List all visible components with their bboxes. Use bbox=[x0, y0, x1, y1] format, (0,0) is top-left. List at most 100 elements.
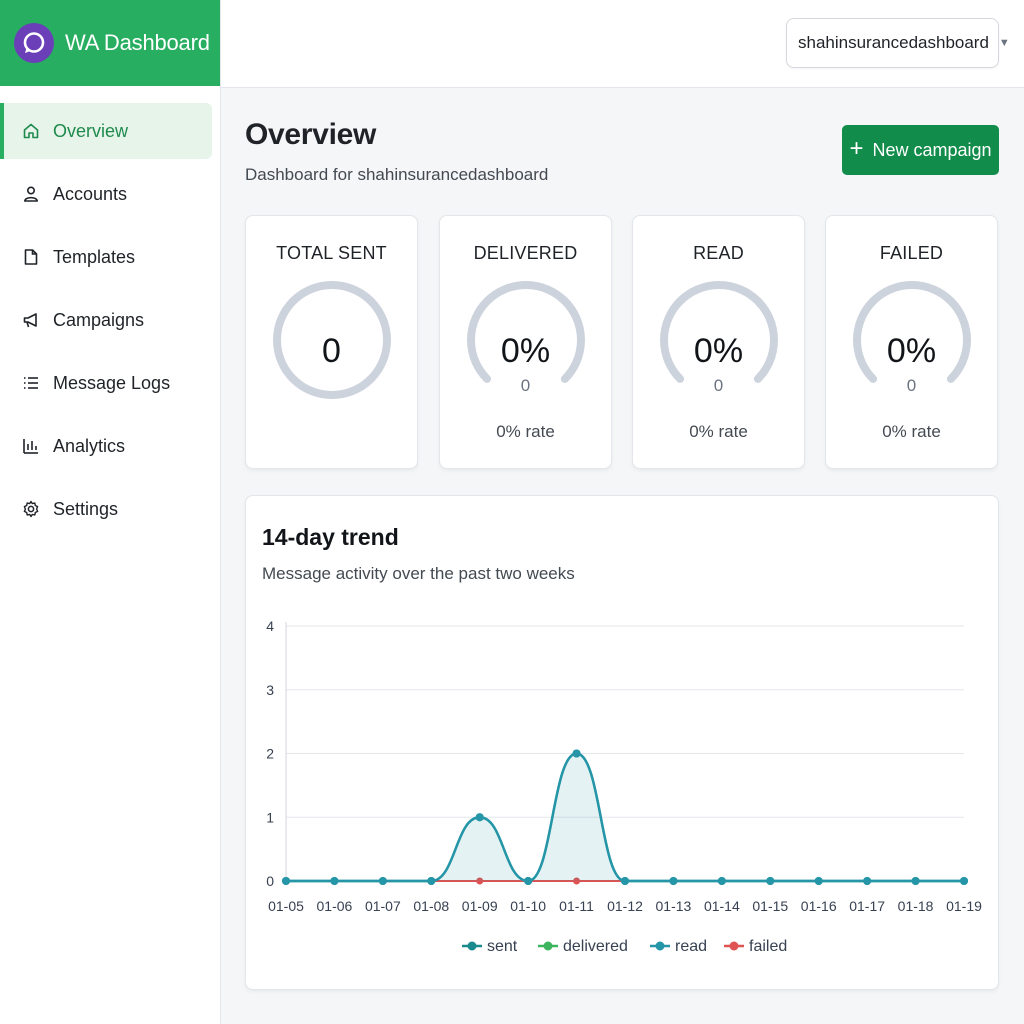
legend-marker bbox=[655, 941, 665, 951]
x-tick-label: 01-18 bbox=[898, 898, 934, 914]
stat-card-failed: FAILED 0% 0 0% rate bbox=[825, 215, 998, 469]
stat-label: FAILED bbox=[879, 243, 944, 263]
sidebar-item-campaigns[interactable]: Campaigns bbox=[0, 292, 212, 348]
legend-marker bbox=[543, 941, 553, 951]
list-icon bbox=[22, 374, 40, 392]
sidebar-item-label: Templates bbox=[53, 246, 136, 267]
legend-item-read: read bbox=[650, 938, 707, 955]
topbar: shahinsurancedashboard ▼ bbox=[221, 0, 1024, 88]
trend-line-chart: 0 1 2 3 4 01-05 01-06 01-07 01-08 01-09 01-10 01-11… bbox=[266, 618, 982, 955]
legend-label: delivered bbox=[563, 938, 628, 955]
sidebar-item-label: Campaigns bbox=[53, 309, 145, 330]
chat-bubble-logo-icon bbox=[14, 23, 54, 63]
data-point-read bbox=[911, 877, 920, 885]
sidebar-item-settings[interactable]: Settings bbox=[0, 481, 212, 537]
sidebar-item-label: Settings bbox=[53, 498, 119, 519]
stat-value: 0% bbox=[500, 332, 551, 370]
page-title: Overview bbox=[245, 118, 377, 151]
stat-rate: 0% rate bbox=[496, 422, 555, 441]
bar-chart-icon bbox=[22, 437, 40, 455]
data-point-read bbox=[863, 877, 872, 885]
brand-title: WA Dashboard bbox=[65, 30, 210, 55]
data-point-read bbox=[621, 877, 629, 885]
account-select-value: shahinsurancedashboard bbox=[798, 33, 989, 52]
x-tick-label: 01-06 bbox=[317, 898, 353, 914]
legend-marker bbox=[467, 941, 477, 951]
stat-count: 0 bbox=[906, 376, 917, 395]
x-tick-label: 01-15 bbox=[752, 898, 788, 914]
megaphone-icon bbox=[22, 311, 40, 329]
x-tick-label: 01-16 bbox=[801, 898, 837, 914]
sidebar: WA Dashboard Overview Accounts Templates… bbox=[0, 0, 221, 1024]
brand-header: WA Dashboard bbox=[0, 0, 220, 86]
stat-label: TOTAL SENT bbox=[276, 243, 387, 263]
legend-marker bbox=[729, 941, 739, 951]
stat-rate: 0% rate bbox=[882, 422, 941, 441]
y-tick-label: 3 bbox=[266, 682, 274, 698]
y-tick-label: 0 bbox=[266, 873, 274, 889]
sidebar-item-label: Analytics bbox=[53, 435, 126, 456]
data-point-read bbox=[427, 877, 436, 885]
legend-item-failed: failed bbox=[724, 938, 787, 955]
x-tick-label: 01-17 bbox=[849, 898, 885, 914]
y-tick-label: 2 bbox=[266, 746, 274, 762]
data-point-read bbox=[960, 877, 968, 885]
stat-value: 0% bbox=[693, 332, 744, 370]
stat-value: 0 bbox=[322, 332, 341, 370]
data-point-read bbox=[282, 877, 290, 885]
x-tick-label: 01-14 bbox=[704, 898, 740, 914]
sidebar-item-label: Accounts bbox=[53, 183, 128, 204]
gear-icon bbox=[22, 500, 40, 518]
data-point-read bbox=[330, 877, 339, 885]
legend-item-sent: sent bbox=[462, 938, 518, 955]
data-point-read bbox=[814, 877, 823, 885]
stat-count: 0 bbox=[520, 376, 531, 395]
legend-label: failed bbox=[749, 938, 787, 955]
sidebar-item-accounts[interactable]: Accounts bbox=[0, 166, 212, 222]
x-tick-label: 01-09 bbox=[462, 898, 498, 914]
sidebar-item-overview[interactable]: Overview bbox=[0, 103, 212, 159]
user-icon bbox=[22, 185, 40, 203]
chevron-down-icon: ▼ bbox=[998, 37, 1010, 49]
data-point-read bbox=[475, 813, 484, 822]
sidebar-nav: Overview Accounts Templates Campaigns Me… bbox=[0, 86, 220, 537]
sidebar-item-analytics[interactable]: Analytics bbox=[0, 418, 212, 474]
new-campaign-button[interactable]: + New campaign bbox=[842, 125, 999, 175]
data-point-read bbox=[669, 877, 678, 885]
page-subtitle: Dashboard for shahinsurancedashboard bbox=[245, 165, 549, 184]
data-point-read bbox=[524, 877, 533, 885]
sidebar-item-label: Overview bbox=[53, 120, 129, 141]
stat-label: DELIVERED bbox=[473, 243, 578, 263]
stat-rate: 0% rate bbox=[689, 422, 748, 441]
legend-label: sent bbox=[487, 938, 518, 955]
trend-card: 14-day trend Message activity over the p… bbox=[245, 495, 999, 990]
home-icon bbox=[22, 122, 40, 140]
data-point-read bbox=[766, 877, 775, 885]
stat-count: 0 bbox=[713, 376, 724, 395]
sidebar-item-templates[interactable]: Templates bbox=[0, 229, 212, 285]
stat-card-delivered: DELIVERED 0% 0 0% rate bbox=[439, 215, 612, 469]
plus-icon: + bbox=[849, 135, 864, 162]
data-point-read bbox=[717, 877, 726, 885]
y-tick-label: 1 bbox=[266, 809, 274, 825]
stat-value: 0% bbox=[886, 332, 937, 370]
legend-label: read bbox=[675, 938, 707, 955]
sidebar-item-message-logs[interactable]: Message Logs bbox=[0, 355, 212, 411]
data-point-read bbox=[378, 877, 387, 885]
account-select[interactable]: shahinsurancedashboard ▼ bbox=[786, 18, 1010, 68]
x-tick-label: 01-19 bbox=[946, 898, 982, 914]
x-tick-label: 01-08 bbox=[413, 898, 449, 914]
x-tick-label: 01-05 bbox=[268, 898, 304, 914]
stats-row: TOTAL SENT 0 DELIVERED 0% 0 0% rate READ… bbox=[245, 215, 999, 469]
x-tick-label: 01-10 bbox=[510, 898, 546, 914]
x-tick-label: 01-11 bbox=[559, 898, 594, 914]
y-tick-label: 4 bbox=[266, 618, 274, 634]
x-tick-label: 01-07 bbox=[365, 898, 401, 914]
stat-label: READ bbox=[693, 243, 744, 263]
stat-card-read: READ 0% 0 0% rate bbox=[632, 215, 805, 469]
data-point-read bbox=[572, 749, 581, 758]
x-tick-label: 01-12 bbox=[607, 898, 643, 914]
legend-item-delivered: delivered bbox=[538, 938, 628, 955]
stat-card-total-sent: TOTAL SENT 0 bbox=[245, 215, 418, 469]
sidebar-item-label: Message Logs bbox=[53, 372, 171, 393]
